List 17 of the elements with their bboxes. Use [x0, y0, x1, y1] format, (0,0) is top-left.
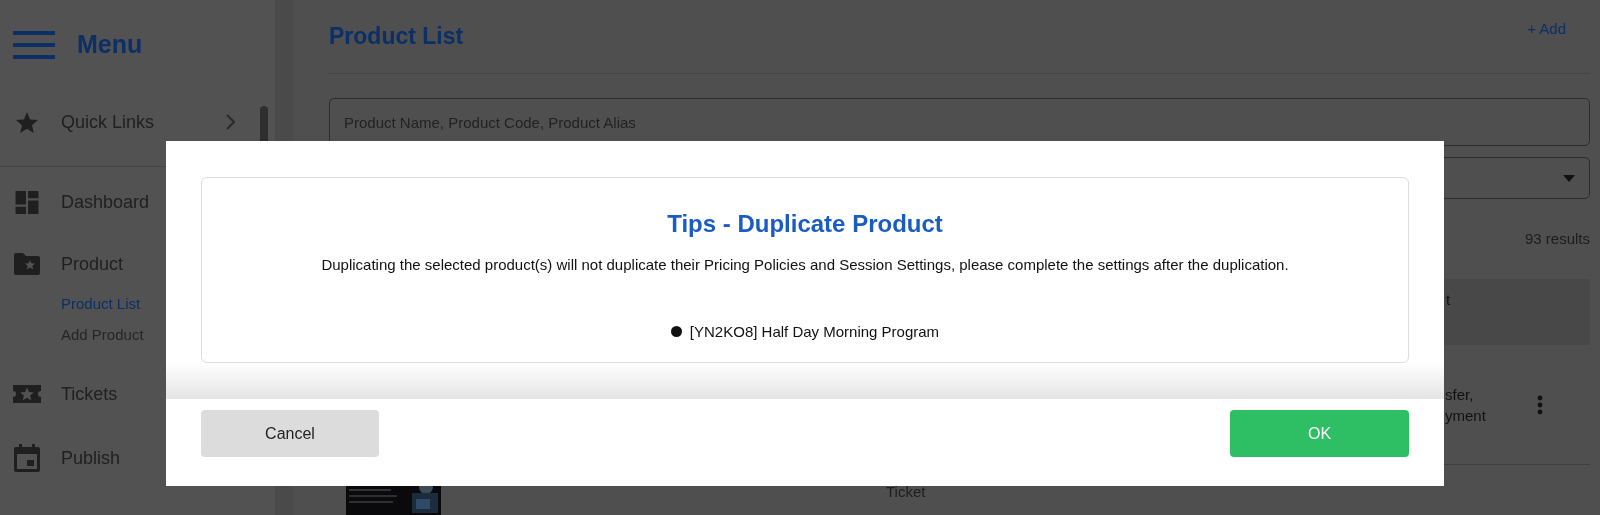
add-link[interactable]: + Add: [1527, 18, 1566, 41]
menu-title: Menu: [77, 29, 143, 61]
dialog-message: Duplicating the selected product(s) will not duplicate their Pricing Policies and Session Settings, please complete the settings after the duplication.: [320, 255, 1290, 275]
caret-down-icon: [1563, 174, 1575, 182]
dashboard-icon: [14, 189, 40, 215]
calendar-icon: [14, 444, 40, 472]
page-title: Product List: [329, 22, 464, 52]
product-item: [YN2KO8] Half Day Morning Program: [689, 321, 940, 342]
more-icon[interactable]: [1537, 394, 1543, 415]
dialog-title: Tips - Duplicate Product: [666, 209, 944, 239]
bullet-icon: [670, 326, 682, 338]
folder-icon: [13, 252, 41, 276]
ticket-icon: [13, 383, 41, 405]
cancel-button[interactable]: Cancel: [201, 410, 379, 457]
menu-icon[interactable]: [13, 31, 55, 59]
table-cell-text: sfer, yment: [1445, 384, 1487, 426]
ok-button[interactable]: OK: [1230, 410, 1409, 457]
